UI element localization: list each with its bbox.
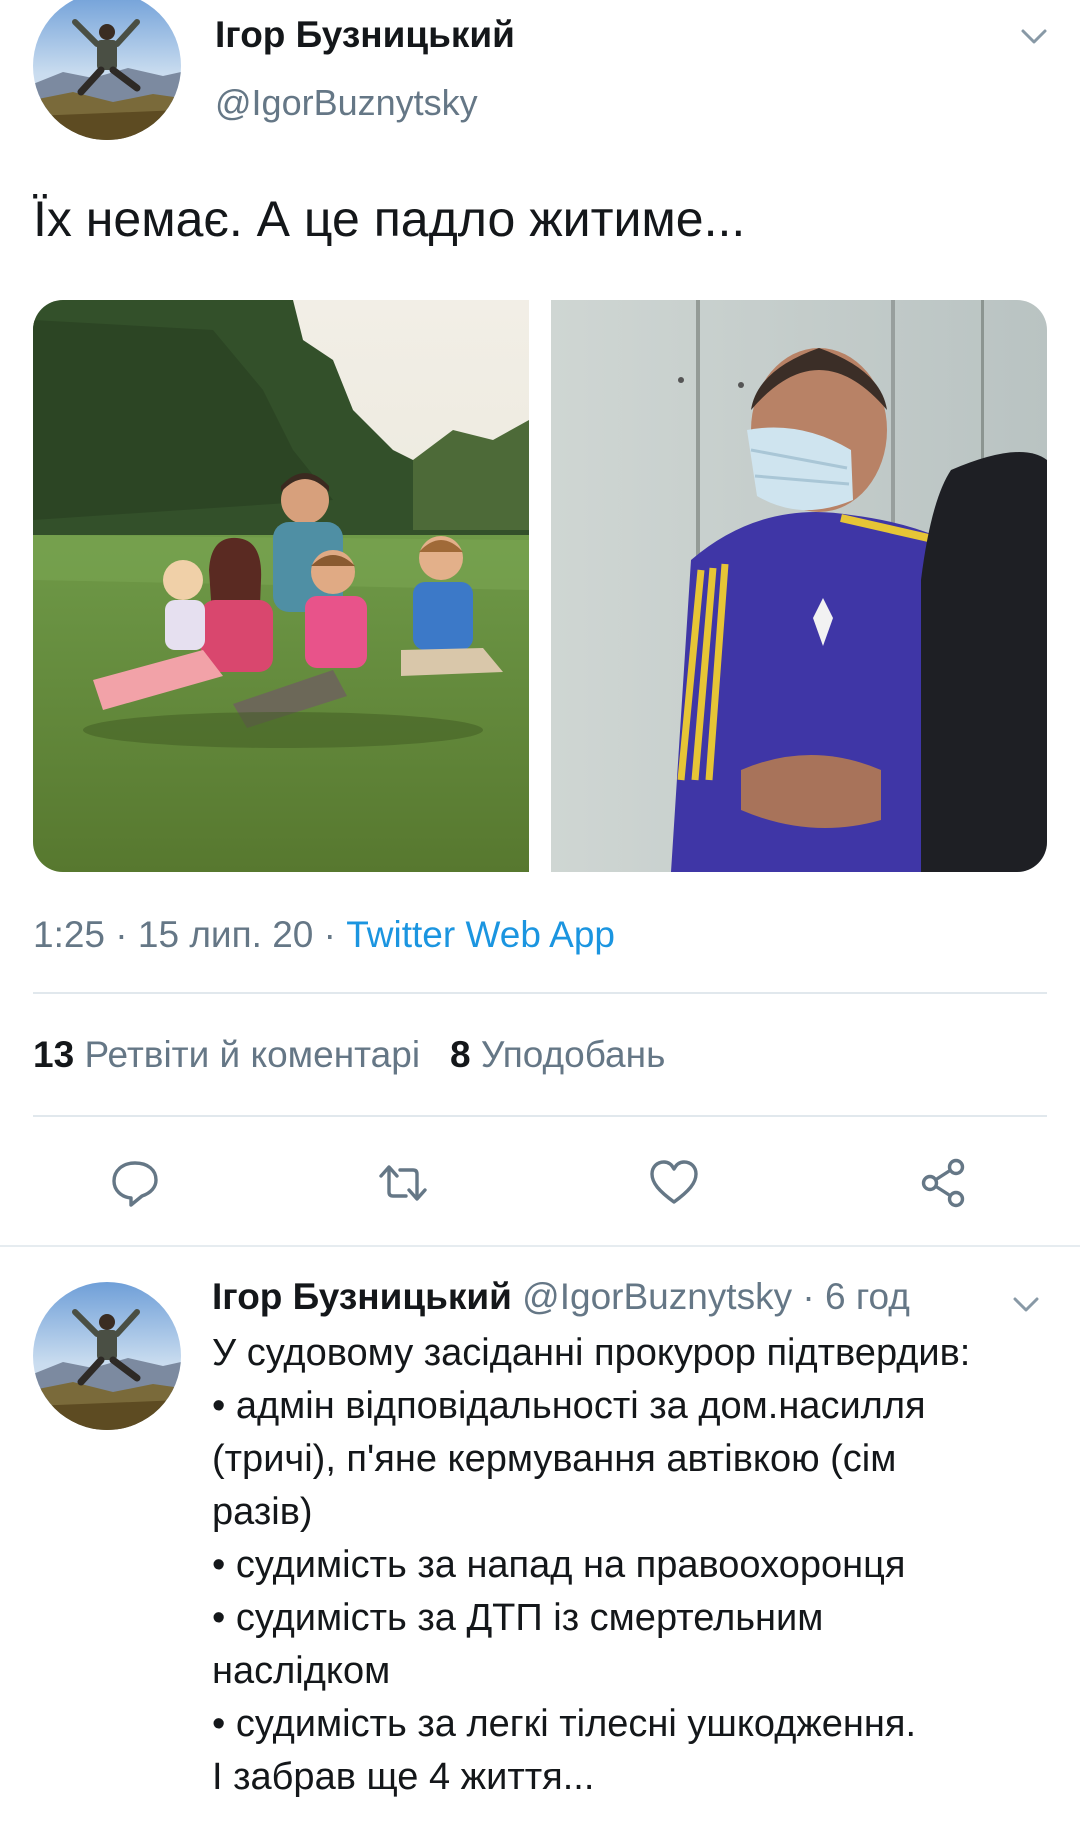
family-photo[interactable] [33, 300, 529, 872]
tweet-media [33, 300, 1047, 872]
reply-line: І забрав ще 4 життя... [212, 1756, 595, 1798]
reply-line: (тричі), п'яне кермування автівкою (сім [212, 1438, 897, 1480]
retweets-label: Ретвіти й коментарі [84, 1034, 421, 1075]
tweet-stats: 13 Ретвіти й коментарі 8 Уподобань [33, 1034, 665, 1076]
tweet-timestamp: 1:25 · 15 лип. 20 · Twitter Web App [33, 914, 615, 955]
reply-line: • судимість за ДТП із смертельним [212, 1597, 824, 1639]
reply-author-handle[interactable]: @IgorBuznytsky [522, 1276, 792, 1317]
reply-author-name[interactable]: Ігор Бузницький [212, 1276, 512, 1317]
chevron-down-icon[interactable] [1014, 16, 1054, 56]
like-icon[interactable] [647, 1156, 701, 1210]
avatar-image [33, 0, 181, 140]
likes-stat[interactable]: 8 Уподобань [450, 1034, 665, 1075]
author-name[interactable]: Ігор Бузницький [215, 14, 515, 56]
divider [33, 1115, 1047, 1117]
reply-text: У судовому засіданні прокурор підтвердив… [212, 1327, 1062, 1804]
section-divider [0, 1245, 1080, 1247]
reply-line: • адмін відповідальності за дом.насилля [212, 1385, 926, 1427]
reply-header: Ігор Бузницький @IgorBuznytsky · 6 год [212, 1276, 910, 1317]
reply-icon[interactable] [108, 1156, 162, 1210]
tweet-date[interactable]: 15 лип. 20 [138, 914, 313, 955]
reply-line: У судовому засіданні прокурор підтвердив… [212, 1332, 971, 1374]
avatar-image [33, 1282, 181, 1430]
reply-line: разів) [212, 1491, 313, 1533]
tweet-source[interactable]: Twitter Web App [346, 914, 615, 955]
tweet-time[interactable]: 1:25 [33, 914, 105, 955]
author-avatar[interactable] [33, 0, 181, 140]
reply-line: • судимість за напад на правоохоронця [212, 1544, 906, 1586]
retweets-stat[interactable]: 13 Ретвіти й коментарі [33, 1034, 420, 1075]
retweet-icon[interactable] [376, 1156, 430, 1210]
retweets-count: 13 [33, 1034, 75, 1075]
likes-label: Уподобань [480, 1034, 666, 1075]
author-handle[interactable]: @IgorBuznytsky [215, 82, 478, 124]
reply-author-avatar[interactable] [33, 1282, 181, 1430]
likes-count: 8 [450, 1034, 471, 1075]
courtroom-photo[interactable] [551, 300, 1047, 872]
divider [33, 992, 1047, 994]
tweet-text: Їх немає. А це падло житиме... [33, 191, 746, 247]
reply-line: наслідком [212, 1650, 391, 1692]
reply-line: • судимість за легкі тілесні ушкодження. [212, 1703, 917, 1745]
share-icon[interactable] [917, 1156, 971, 1210]
chevron-down-icon[interactable] [1006, 1284, 1046, 1324]
reply-time[interactable]: 6 год [825, 1276, 910, 1317]
